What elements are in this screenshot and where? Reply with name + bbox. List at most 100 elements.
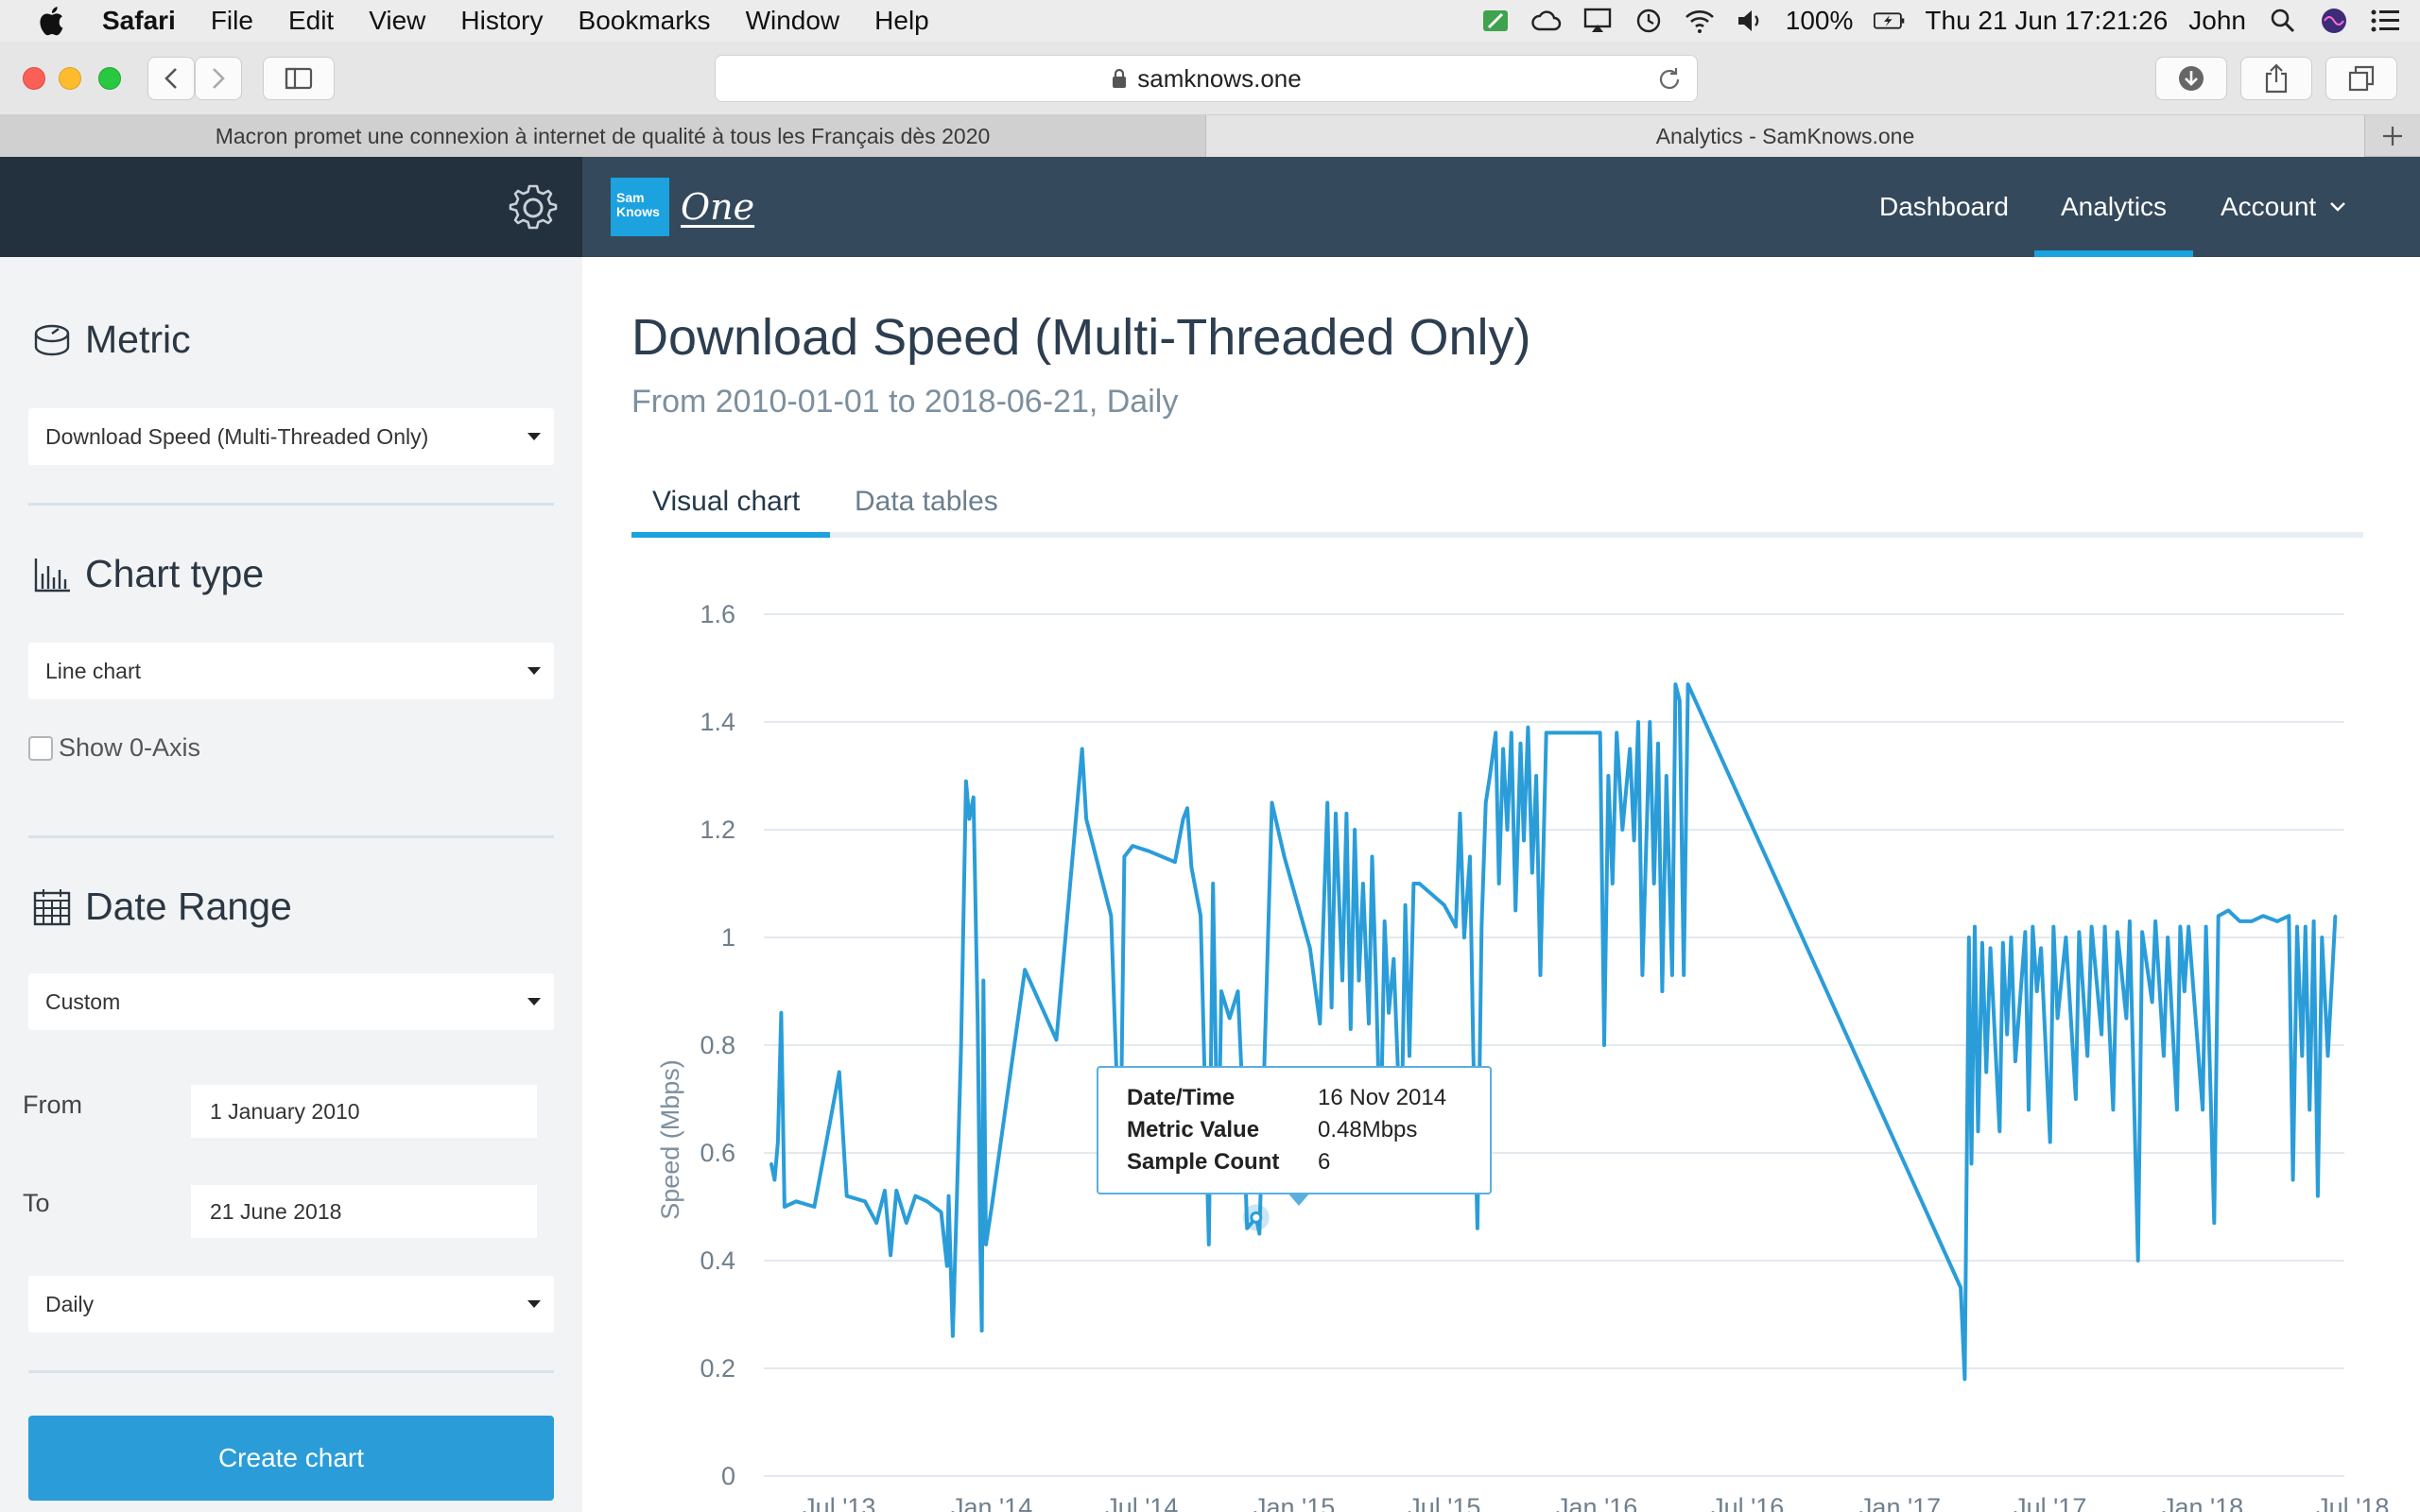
forward-button[interactable] — [195, 57, 242, 100]
back-button[interactable] — [147, 57, 195, 100]
menu-window[interactable]: Window — [746, 6, 840, 36]
window-close-button[interactable] — [23, 67, 45, 90]
y-tick-label: 0.8 — [700, 1031, 735, 1059]
series-line — [769, 682, 2338, 1382]
gear-icon[interactable] — [509, 183, 558, 232]
menu-history[interactable]: History — [460, 6, 543, 36]
date-range-select[interactable]: Custom — [28, 973, 554, 1030]
data-point — [1636, 720, 1640, 724]
notification-center-icon[interactable] — [2369, 5, 2401, 37]
menu-edit[interactable]: Edit — [288, 6, 334, 36]
highlight-point — [1250, 1211, 1263, 1224]
sidebar-toggle-button[interactable] — [263, 57, 335, 100]
data-point — [2005, 1033, 2009, 1037]
data-point — [2051, 925, 2055, 929]
airplay-icon[interactable] — [1582, 5, 1614, 37]
reload-icon[interactable] — [1655, 65, 1684, 94]
interval-select[interactable]: Daily — [28, 1276, 554, 1332]
data-point — [1418, 882, 1422, 885]
chevron-right-icon — [213, 68, 225, 89]
y-tick-label: 1 — [721, 923, 735, 952]
y-axis-label: Speed (Mbps) — [656, 1059, 684, 1220]
share-button[interactable] — [2240, 57, 2312, 100]
bar-chart-icon — [34, 558, 70, 592]
data-point — [1454, 925, 1458, 929]
data-point — [981, 979, 985, 983]
menu-bookmarks[interactable]: Bookmarks — [579, 6, 711, 36]
x-tick-label: Jul '14 — [1105, 1493, 1178, 1512]
data-point — [1148, 850, 1151, 853]
data-point — [1989, 946, 1993, 950]
data-point — [1182, 817, 1185, 821]
nav-dashboard[interactable]: Dashboard — [1879, 157, 2009, 257]
metric-select[interactable]: Download Speed (Multi-Threaded Only) — [28, 408, 554, 465]
browser-tab-analytics[interactable]: Analytics - SamKnows.one — [1206, 115, 2365, 157]
apple-icon[interactable] — [36, 4, 70, 38]
section-divider — [28, 1370, 554, 1373]
data-point — [1109, 914, 1113, 918]
menu-safari[interactable]: Safari — [102, 6, 176, 36]
data-point — [1334, 812, 1338, 816]
downloads-button[interactable] — [2155, 57, 2227, 100]
menu-view[interactable]: View — [369, 6, 425, 36]
siri-icon[interactable] — [2318, 5, 2350, 37]
data-point — [1665, 774, 1668, 778]
nav-account[interactable]: Account — [2221, 157, 2346, 257]
data-point — [1383, 919, 1387, 923]
data-point — [1023, 968, 1027, 971]
clock[interactable]: Thu 21 Jun 17:21:26 — [1925, 6, 2168, 36]
data-point — [2175, 1108, 2179, 1111]
create-chart-button[interactable]: Create chart — [28, 1416, 554, 1501]
data-point — [2153, 919, 2157, 923]
data-point — [2212, 1221, 2216, 1225]
data-point — [779, 1011, 783, 1015]
data-point — [2136, 1259, 2140, 1263]
data-point — [990, 1205, 994, 1209]
menu-help[interactable]: Help — [874, 6, 929, 36]
tabs-icon — [2348, 65, 2375, 92]
cloud-icon[interactable] — [1530, 5, 1563, 37]
data-point — [2312, 919, 2316, 923]
data-point — [845, 1194, 849, 1198]
window-zoom-button[interactable] — [98, 67, 121, 90]
data-point — [1344, 812, 1348, 816]
flag-icon[interactable] — [1479, 5, 1512, 37]
section-divider — [28, 503, 554, 506]
address-bar[interactable]: samknows.one — [715, 55, 1698, 102]
data-point — [2124, 1017, 2128, 1020]
x-tick-label: Jan '15 — [1253, 1493, 1335, 1512]
data-point — [1411, 882, 1415, 885]
user-name[interactable]: John — [2188, 6, 2246, 36]
data-point — [925, 1199, 929, 1203]
data-point — [955, 1194, 959, 1198]
samknows-logo[interactable]: Sam Knows One — [611, 178, 754, 236]
from-date-input[interactable]: 1 January 2010 — [191, 1085, 537, 1138]
menu-file[interactable]: File — [211, 6, 253, 36]
new-tab-button[interactable] — [2365, 115, 2420, 157]
show-zero-axis-checkbox[interactable]: Show 0-Axis — [28, 733, 200, 763]
volume-icon[interactable] — [1735, 5, 1767, 37]
data-point — [2056, 1017, 2060, 1020]
lock-icon — [1113, 68, 1127, 88]
to-date-input[interactable]: 21 June 2018 — [191, 1185, 537, 1238]
browser-tab-news[interactable]: Macron promet une connexion à internet d… — [0, 115, 1206, 157]
data-point — [894, 1189, 898, 1193]
nav-analytics[interactable]: Analytics — [2033, 157, 2194, 257]
chart-type-select[interactable]: Line chart — [28, 643, 554, 699]
data-point — [1392, 957, 1395, 961]
checkbox-box[interactable] — [28, 735, 53, 761]
wifi-icon[interactable] — [1684, 5, 1716, 37]
data-point — [959, 1043, 963, 1047]
data-point — [1652, 882, 1656, 885]
time-machine-icon[interactable] — [1633, 5, 1665, 37]
data-point — [1367, 1022, 1371, 1025]
spotlight-search-icon[interactable] — [2267, 5, 2299, 37]
speedometer-icon — [34, 324, 70, 355]
x-tick-label: Jul '13 — [803, 1493, 875, 1512]
battery-icon[interactable] — [1874, 5, 1906, 37]
tab-overview-button[interactable] — [2325, 57, 2397, 100]
line-chart[interactable]: 0 0.2 0.4 0.6 0.8 1 1.2 1.4 1.6 Jul '13 Jan '14 Jul… — [582, 257, 2420, 1512]
window-minimize-button[interactable] — [59, 67, 81, 90]
data-point — [2261, 914, 2265, 918]
data-point — [1640, 973, 1644, 977]
